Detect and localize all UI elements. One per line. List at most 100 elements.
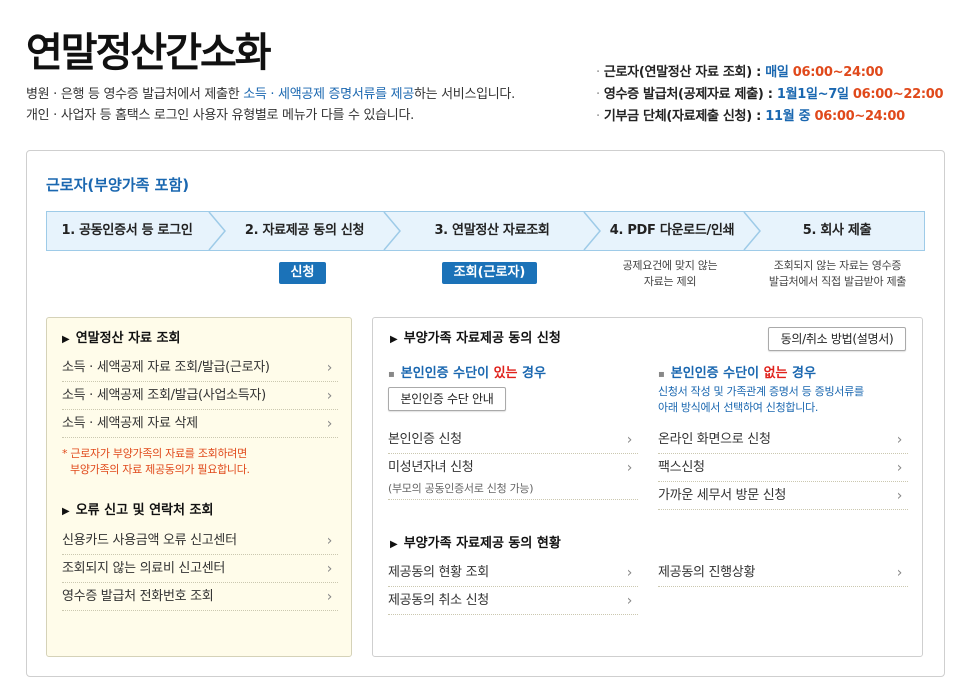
square-bullet-icon: ▪ (388, 369, 395, 380)
panel-heading: ▶ 부양가족 자료제공 동의 신청 (390, 327, 561, 346)
process-steps: 1. 공동인증서 등 로그인 2. 자료제공 동의 신청 3. 연말정산 자료조… (46, 211, 925, 251)
dot-bullet-icon: · (596, 65, 600, 80)
service-schedule: · 근로자(연말정산 자료 조회) : 매일 06:00~24:00 · 영수증 발… (596, 62, 944, 128)
step-1: 1. 공동인증서 등 로그인 (61, 223, 193, 238)
link-card-error-report[interactable]: 신용카드 사용금액 오류 신고센터 › (62, 527, 338, 555)
note-line: 조회되지 않는 자료는 영수증 (773, 259, 902, 272)
link-deduction-inquiry-business[interactable]: 소득 · 세액공제 조회/발급(사업소득자) › (62, 382, 338, 410)
step-4: 4. PDF 다운로드/인쇄 (609, 223, 735, 238)
link-online-apply[interactable]: 온라인 화면으로 신청 › (658, 426, 908, 454)
warning-line: 부양가족의 자료 제공동의가 필요합니다. (70, 463, 250, 476)
link-consent-progress[interactable]: 제공동의 진행상황 › (658, 559, 908, 587)
step-4-note: 공제요건에 맞지 않는 자료는 제외 (600, 258, 740, 290)
chevron-right-icon: › (326, 360, 333, 376)
link-deduction-delete[interactable]: 소득 · 세액공제 자료 삭제 › (62, 410, 338, 438)
subheading-text: 경우 (517, 366, 546, 381)
chevron-right-icon: › (626, 565, 633, 581)
schedule-time: 06:00~24:00 (814, 109, 905, 124)
subheading-text: 경우 (787, 366, 816, 381)
step-2: 2. 자료제공 동의 신청 (244, 223, 365, 238)
link-label: 신용카드 사용금액 오류 신고센터 (62, 533, 237, 548)
link-label: 소득 · 세액공제 조회/발급(사업소득자) (62, 388, 266, 403)
triangle-right-icon: ▶ (62, 506, 70, 517)
minor-child-note: (부모의 공동인증서로 신청 가능) (388, 482, 534, 495)
consent-method-button[interactable]: 동의/취소 방법(설명서) (768, 327, 906, 351)
heading-text: 부양가족 자료제공 동의 현황 (403, 536, 561, 551)
step-5-note: 조회되지 않는 자료는 영수증 발급처에서 직접 발급받아 제출 (745, 258, 930, 290)
chevron-right-icon: › (326, 416, 333, 432)
schedule-period: 매일 (765, 65, 793, 80)
link-label: 가까운 세무서 방문 신청 (658, 488, 787, 503)
schedule-label: 기부금 단체(자료제출 신청) : (603, 109, 766, 124)
chevron-right-icon: › (626, 593, 633, 609)
subheading-emphasis: 없는 (763, 366, 788, 381)
link-consent-status[interactable]: 제공동의 현황 조회 › (388, 559, 638, 587)
intro-line-1: 병원 · 은행 등 영수증 발급처에서 제출한 소득 · 세액공제 증명서류를 … (26, 84, 596, 105)
dot-bullet-icon: · (596, 109, 600, 124)
apply-button[interactable]: 신청 (279, 262, 326, 284)
triangle-right-icon: ▶ (390, 334, 398, 345)
intro-line-2: 개인 · 사업자 등 홈택스 로그인 사용자 유형별로 메뉴가 다를 수 있습니… (26, 108, 414, 123)
chevron-right-icon: › (896, 488, 903, 504)
link-label: 소득 · 세액공제 자료 조회/발급(근로자) (62, 360, 270, 375)
link-fax-apply[interactable]: 팩스신청 › (658, 454, 908, 482)
link-medical-report[interactable]: 조회되지 않는 의료비 신고센터 › (62, 555, 338, 583)
link-consent-cancel[interactable]: 제공동의 취소 신청 › (388, 587, 638, 615)
link-issuer-phone[interactable]: 영수증 발급처 전화번호 조회 › (62, 583, 338, 611)
link-self-auth-apply[interactable]: 본인인증 신청 › (388, 426, 638, 454)
note-line: 발급처에서 직접 발급받아 제출 (768, 275, 907, 288)
without-auth-note: 신청서 작성 및 가족관계 증명서 등 증빙서류를 아래 방식에서 선택하여 신… (658, 384, 864, 416)
warning-line: * 근로자가 부양가족의 자료를 조회하려면 (62, 447, 247, 460)
step-arrow-icon (583, 212, 601, 250)
step-arrow-icon (743, 212, 761, 250)
heading-text: 연말정산 자료 조회 (75, 331, 181, 346)
link-label: 소득 · 세액공제 자료 삭제 (62, 416, 198, 431)
schedule-time: 06:00~22:00 (852, 87, 944, 102)
note-line: 자료는 제외 (643, 275, 697, 288)
chevron-right-icon: › (326, 388, 333, 404)
subheading-emphasis: 있는 (493, 366, 518, 381)
link-deduction-inquiry-worker[interactable]: 소득 · 세액공제 자료 조회/발급(근로자) › (62, 354, 338, 382)
link-label: 조회되지 않는 의료비 신고센터 (62, 561, 226, 576)
schedule-row-worker: · 근로자(연말정산 자료 조회) : 매일 06:00~24:00 (596, 62, 943, 84)
subheading-text: 본인인증 수단이 (400, 366, 494, 381)
schedule-label: 영수증 발급처(공제자료 제출) : (603, 87, 777, 102)
link-label: 제공동의 취소 신청 (388, 593, 489, 608)
panel-heading: ▶ 연말정산 자료 조회 (62, 327, 180, 346)
link-label: 미성년자녀 신청 (388, 460, 474, 475)
inquiry-worker-button[interactable]: 조회(근로자) (442, 262, 537, 284)
chevron-right-icon: › (626, 460, 633, 476)
schedule-row-donation: · 기부금 단체(자료제출 신청) : 11월 중 06:00~24:00 (596, 106, 943, 128)
schedule-time: 06:00~24:00 (792, 65, 884, 80)
triangle-right-icon: ▶ (390, 539, 398, 550)
page-intro: 병원 · 은행 등 영수증 발급처에서 제출한 소득 · 세액공제 증명서류를 … (26, 84, 596, 126)
schedule-label: 근로자(연말정산 자료 조회) : (603, 65, 766, 80)
link-label: 제공동의 진행상황 (658, 565, 756, 580)
panel-heading: ▶ 부양가족 자료제공 동의 현황 (390, 532, 561, 551)
chevron-right-icon: › (626, 432, 633, 448)
chevron-right-icon: › (326, 561, 333, 577)
note-line: 아래 방식에서 선택하여 신청합니다. (658, 401, 819, 414)
schedule-row-issuer: · 영수증 발급처(공제자료 제출) : 1월1일~7일 06:00~22:00 (596, 84, 944, 106)
auth-guide-button[interactable]: 본인인증 수단 안내 (388, 387, 506, 411)
panel-heading: ▶ 오류 신고 및 연락처 조회 (62, 499, 213, 518)
schedule-period: 11월 중 (765, 109, 815, 124)
step-arrow-icon (383, 212, 401, 250)
note-line: 신청서 작성 및 가족관계 증명서 등 증빙서류를 (658, 385, 864, 398)
square-bullet-icon: ▪ (658, 369, 665, 380)
chevron-right-icon: › (326, 533, 333, 549)
link-label: 팩스신청 (658, 460, 705, 475)
link-label: 제공동의 현황 조회 (388, 565, 489, 580)
triangle-right-icon: ▶ (62, 334, 70, 345)
link-label: 본인인증 신청 (388, 432, 462, 447)
heading-text: 오류 신고 및 연락처 조회 (75, 503, 214, 518)
step-5: 5. 회사 제출 (802, 223, 872, 238)
intro-text-end: 하는 서비스입니다. (413, 87, 515, 102)
chevron-right-icon: › (326, 589, 333, 605)
chevron-right-icon: › (896, 565, 903, 581)
dot-bullet-icon: · (596, 87, 600, 102)
heading-text: 부양가족 자료제공 동의 신청 (403, 331, 561, 346)
chevron-right-icon: › (896, 460, 903, 476)
intro-highlight: 소득 · 세액공제 증명서류를 제공 (243, 87, 414, 102)
link-tax-office-visit[interactable]: 가까운 세무서 방문 신청 › (658, 482, 908, 510)
